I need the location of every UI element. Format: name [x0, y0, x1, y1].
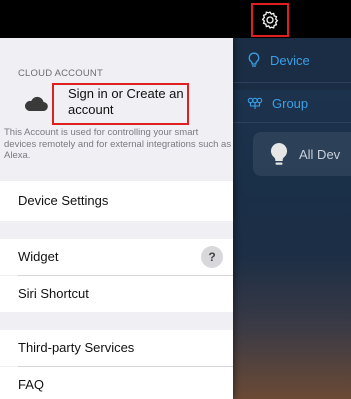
divider [233, 122, 351, 123]
top-bar [0, 0, 351, 38]
section-header: CLOUD ACCOUNT [18, 68, 103, 79]
group-icon [247, 97, 263, 109]
settings-item-device-settings[interactable]: Device Settings [0, 181, 233, 221]
all-devices-label: All Dev [299, 146, 341, 162]
settings-item-label: FAQ [18, 377, 45, 392]
lightbulb-icon [248, 52, 260, 67]
nav-group-label: Group [272, 96, 309, 111]
settings-drawer: CLOUD ACCOUNT Sign in or Create an accou… [0, 38, 233, 399]
all-devices-tile[interactable]: All Dev [253, 132, 351, 176]
settings-button[interactable] [251, 3, 289, 37]
device-panel: Device Group All Dev [233, 38, 351, 399]
settings-item-siri-shortcut[interactable]: Siri Shortcut [0, 276, 233, 312]
gear-icon [261, 11, 279, 29]
settings-item-third-party-services[interactable]: Third-party Services [0, 330, 233, 366]
settings-item-label: Widget [18, 249, 59, 264]
nav-device[interactable]: Device [247, 52, 310, 68]
nav-device-label: Device [270, 52, 310, 68]
nav-group[interactable]: Group [247, 96, 308, 111]
signin-button[interactable]: Sign in or Create an account [68, 86, 188, 118]
settings-item-label: Third-party Services [18, 340, 135, 355]
cloud-icon [22, 96, 48, 117]
divider [233, 82, 351, 83]
account-description: This Account is used for controlling you… [4, 127, 232, 161]
lightbulb-icon [270, 142, 288, 165]
settings-item-faq[interactable]: FAQ [0, 367, 233, 399]
settings-item-label: Device Settings [18, 193, 109, 208]
settings-item-label: Siri Shortcut [18, 286, 89, 301]
help-icon[interactable]: ? [201, 246, 223, 268]
settings-item-widget[interactable]: Widget ? [0, 239, 233, 275]
